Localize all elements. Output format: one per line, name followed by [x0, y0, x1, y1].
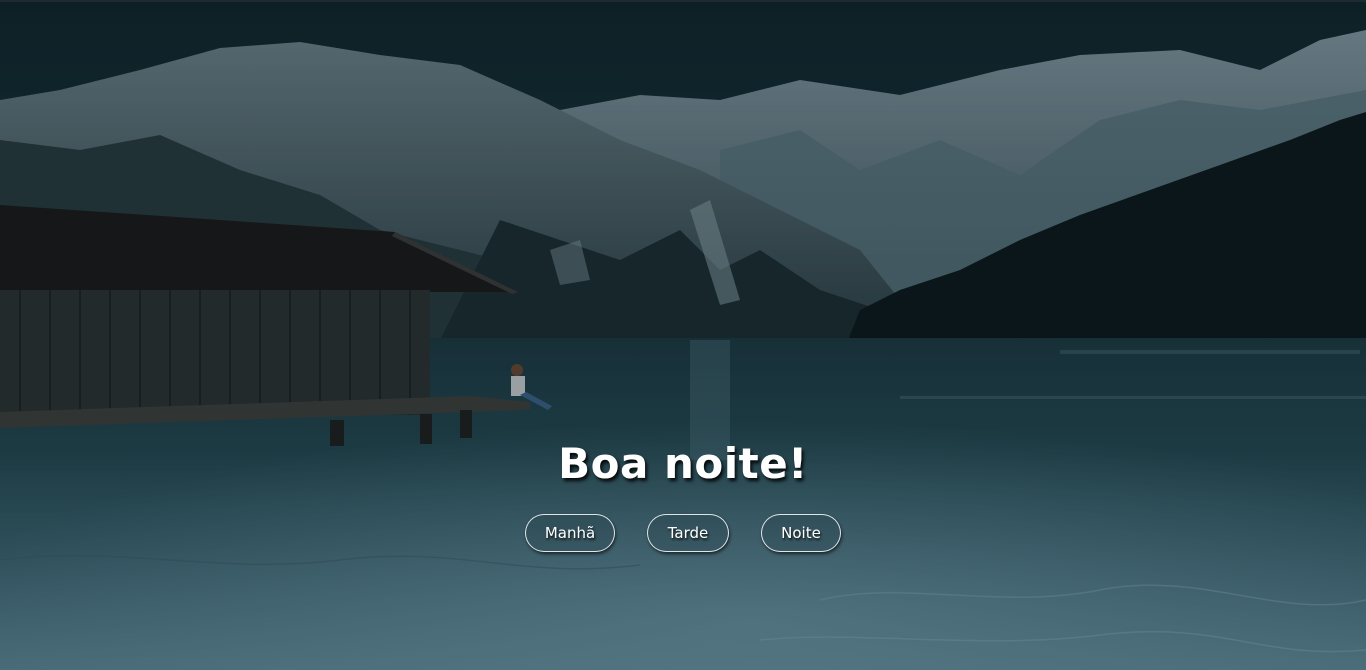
page: Boa noite! Manhã Tarde Noite	[0, 0, 1366, 670]
morning-button[interactable]: Manhã	[525, 514, 615, 552]
greeting-panel: Boa noite! Manhã Tarde Noite	[0, 0, 1366, 670]
period-buttons: Manhã Tarde Noite	[0, 514, 1366, 554]
greeting-title: Boa noite!	[558, 439, 808, 488]
afternoon-button[interactable]: Tarde	[647, 514, 729, 552]
night-button[interactable]: Noite	[761, 514, 841, 552]
